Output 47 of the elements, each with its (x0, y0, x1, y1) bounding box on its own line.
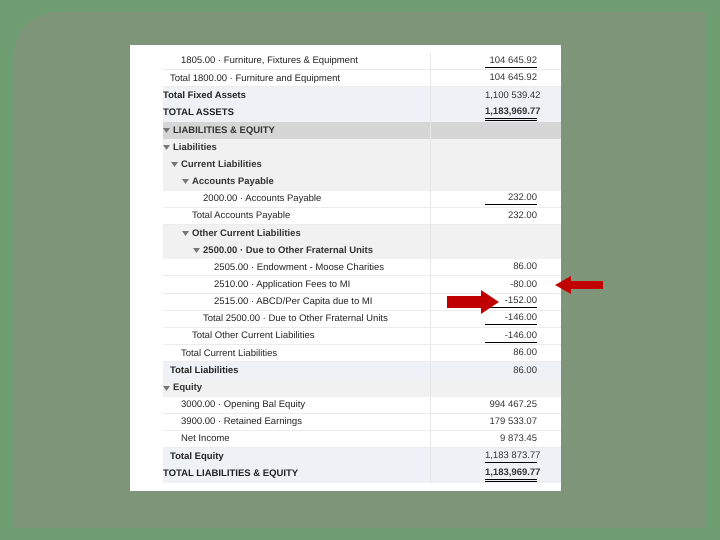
row-label: Total 2500.00 · Due to Other Fraternal Units (203, 314, 388, 324)
amount-cell: 232.00 (485, 192, 537, 206)
amount-cell-text: 9 873.45 (499, 433, 537, 446)
row-label: 2515.00 · ABCD/Per Capita due to MI (214, 296, 372, 306)
collapse-toggle-icon[interactable] (163, 127, 170, 134)
amount-cell: 104 645.92 (485, 54, 537, 68)
amount-cell-text: 86.00 (512, 364, 537, 377)
amount-cell: -146.00 (485, 330, 537, 343)
row-label: LIABILITIES & EQUITY (173, 126, 275, 136)
row-label: Total Equity (170, 452, 224, 462)
row-label: 2000.00 · Accounts Payable (203, 194, 322, 204)
amount-cell-text: -80.00 (509, 278, 537, 291)
collapse-toggle-icon[interactable] (193, 248, 200, 254)
collapse-toggle-icon[interactable] (171, 162, 178, 168)
row-label: 1805.00 · Furniture, Fixtures & Equipment (181, 56, 358, 66)
arrow-icon (555, 276, 603, 294)
row-label: TOTAL LIABILITIES & EQUITY (163, 469, 298, 479)
row-label: Total Accounts Payable (192, 211, 290, 221)
collapse-toggle-icon[interactable] (163, 385, 170, 392)
row-label: Other Current Liabilities (192, 228, 301, 238)
amount-cell-text: 232.00 (506, 210, 537, 222)
row-label: Liabilities (173, 142, 217, 152)
row-label: Total Current Liabilities (181, 348, 278, 358)
row-label: Current Liabilities (181, 160, 262, 170)
row-label: 2510.00 · Application Fees to MI (214, 280, 350, 290)
row-label: 3900.00 · Retained Earnings (181, 417, 302, 427)
row-label: Total Fixed Assets (163, 91, 246, 101)
row-label: 2500.00 · Due to Other Fraternal Units (203, 246, 373, 256)
row-label: Equity (173, 383, 202, 393)
row-label: 2505.00 · Endowment - Moose Charities (214, 262, 384, 272)
amount-cell-text: 104 645.92 (488, 72, 537, 84)
amount-cell-text: 86.00 (512, 261, 537, 274)
amount-cell-text: 86.00 (512, 347, 537, 360)
row-label: Accounts Payable (192, 177, 274, 187)
row-label: Total Other Current Liabilities (192, 331, 314, 341)
row-label: Net Income (181, 434, 230, 444)
amount-cell: -146.00 (485, 312, 537, 326)
collapse-toggle-icon[interactable] (163, 144, 170, 151)
collapse-toggle-icon[interactable] (182, 178, 189, 185)
amount-cell-text: 179 533.07 (488, 416, 537, 428)
amount-cell-text: 994 467.25 (488, 398, 537, 411)
row-label: Total Liabilities (170, 366, 238, 376)
arrow-icon (447, 290, 499, 314)
row-label: TOTAL ASSETS (163, 108, 234, 118)
row-label: 3000.00 · Opening Bal Equity (181, 400, 306, 410)
row-label: Total 1800.00 · Furniture and Equipment (170, 74, 340, 84)
collapse-toggle-icon[interactable] (182, 230, 189, 236)
